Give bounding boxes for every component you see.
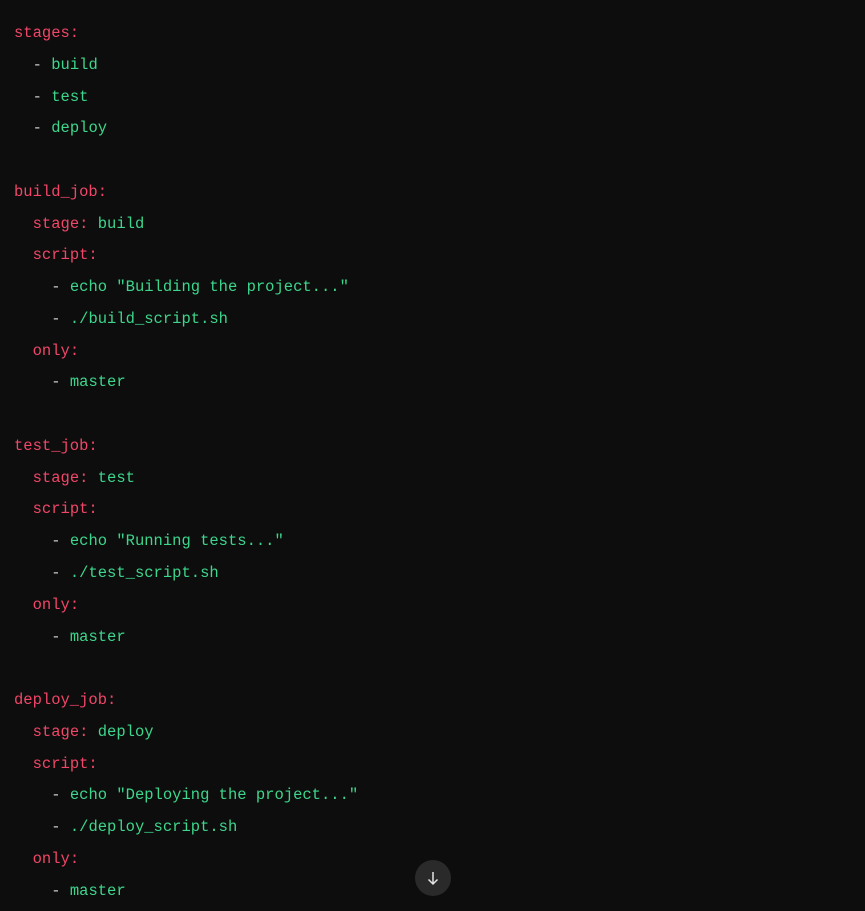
yaml-key: only: [33,596,80,614]
yaml-dash: - [51,628,60,646]
yaml-string: echo "Building the project..." [70,278,349,296]
yaml-dash: - [33,88,42,106]
yaml-dash: - [33,56,42,74]
yaml-key: only: [33,850,80,868]
yaml-string: ./test_script.sh [70,564,219,582]
yaml-dash: - [51,373,60,391]
yaml-key: script: [33,755,98,773]
yaml-value: deploy [98,723,154,741]
arrow-down-icon [424,869,442,887]
yaml-key: stage: [33,215,89,233]
yaml-dash: - [51,532,60,550]
yaml-dash: - [51,310,60,328]
yaml-dash: - [51,818,60,836]
yaml-dash: - [51,786,60,804]
yaml-value: test [98,469,135,487]
yaml-value: deploy [51,119,107,137]
scroll-down-button[interactable] [415,860,451,896]
yaml-value: master [70,882,126,900]
yaml-key: build_job: [14,183,107,201]
yaml-string: echo "Running tests..." [70,532,284,550]
yaml-value: build [98,215,145,233]
code-block: stages: - build - test - deploy build_jo… [14,18,851,907]
yaml-key: script: [33,500,98,518]
yaml-key: stage: [33,723,89,741]
yaml-key: deploy_job: [14,691,116,709]
yaml-key: stages: [14,24,79,42]
yaml-value: master [70,373,126,391]
yaml-dash: - [51,278,60,296]
yaml-value: test [51,88,88,106]
yaml-dash: - [33,119,42,137]
yaml-value: build [51,56,98,74]
yaml-dash: - [51,882,60,900]
yaml-key: only: [33,342,80,360]
yaml-string: ./deploy_script.sh [70,818,237,836]
yaml-key: test_job: [14,437,98,455]
yaml-string: echo "Deploying the project..." [70,786,358,804]
yaml-dash: - [51,564,60,582]
yaml-key: stage: [33,469,89,487]
yaml-key: script: [33,246,98,264]
yaml-value: master [70,628,126,646]
yaml-string: ./build_script.sh [70,310,228,328]
